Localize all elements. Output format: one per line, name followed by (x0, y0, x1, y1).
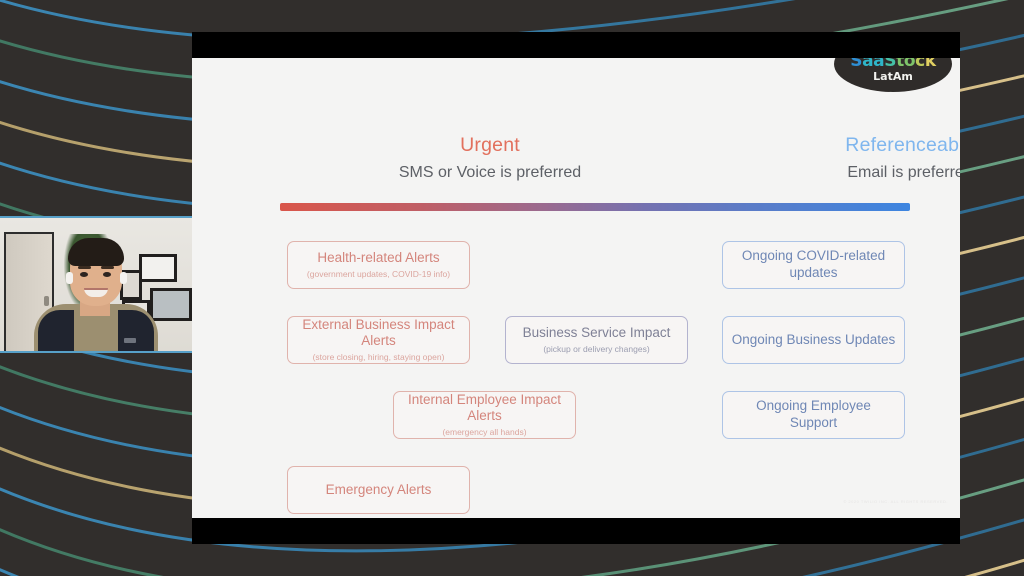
column-header-referenceable: Referenceable Email is preferred (810, 134, 960, 182)
wall-picture-frame (150, 288, 192, 321)
slide-copyright: © 2020 TWILIO INC. ALL RIGHTS RESERVED. (843, 499, 948, 504)
referenceable-title: Referenceable (845, 134, 960, 156)
box-note: (pickup or delivery changes) (543, 343, 650, 354)
box-label: Ongoing Employee Support (756, 398, 871, 430)
speaker-eye (103, 272, 111, 277)
speaker-eyebrow (78, 266, 91, 269)
box-ongoing-employee-support: Ongoing Employee Support (722, 391, 905, 439)
door-knob (44, 296, 49, 306)
box-internal-employee-impact-alerts: Internal Employee Impact Alerts (emergen… (393, 391, 576, 439)
speaker-video-tile[interactable] (0, 216, 192, 353)
box-label: Business Service Impact (522, 325, 671, 341)
shared-screen-frame[interactable]: Online SaaStock LatAm Urgent SMS or Voic… (192, 32, 960, 544)
box-label: External Business Impact Alerts (302, 316, 455, 349)
earbud-icon (120, 272, 127, 284)
vest-logo (124, 338, 136, 343)
presentation-slide: Online SaaStock LatAm Urgent SMS or Voic… (192, 58, 960, 518)
box-label: Health-related Alerts (317, 250, 440, 266)
column-header-urgent: Urgent SMS or Voice is preferred (390, 134, 590, 182)
logo-brand-text: SaaStock (850, 58, 936, 72)
box-label: Ongoing COVID-related updates (741, 248, 886, 280)
box-label: Emergency Alerts (325, 481, 432, 497)
earbud-icon (66, 272, 73, 284)
box-ongoing-covid-related-updates: Ongoing COVID-related updates (722, 241, 905, 289)
wall-picture-frame (139, 254, 177, 282)
urgency-spectrum-bar (280, 203, 910, 211)
logo-region-text: LatAm (873, 70, 913, 84)
box-note: (government updates, COVID-19 info) (306, 268, 451, 279)
box-external-business-impact-alerts: External Business Impact Alerts (store c… (287, 316, 470, 364)
box-business-service-impact: Business Service Impact (pickup or deliv… (505, 316, 688, 364)
box-health-related-alerts: Health-related Alerts (government update… (287, 241, 470, 289)
box-note: (emergency all hands) (442, 427, 527, 438)
box-label: Ongoing Business Updates (731, 331, 896, 347)
urgent-title: Urgent (460, 134, 520, 156)
speaker-eye (80, 272, 88, 277)
speaker-vest-left (38, 310, 74, 351)
saastock-latam-logo: Online SaaStock LatAm (834, 58, 952, 92)
box-ongoing-business-updates: Ongoing Business Updates (722, 316, 905, 364)
speaker-eyebrow (101, 266, 114, 269)
box-note: (store closing, hiring, staying open) (312, 352, 445, 363)
referenceable-subtitle: Email is preferred (847, 164, 960, 181)
urgent-subtitle: SMS or Voice is preferred (398, 164, 582, 181)
box-label: Internal Employee Impact Alerts (407, 391, 562, 424)
speaker-hair (68, 238, 124, 266)
box-emergency-alerts: Emergency Alerts (287, 466, 470, 514)
